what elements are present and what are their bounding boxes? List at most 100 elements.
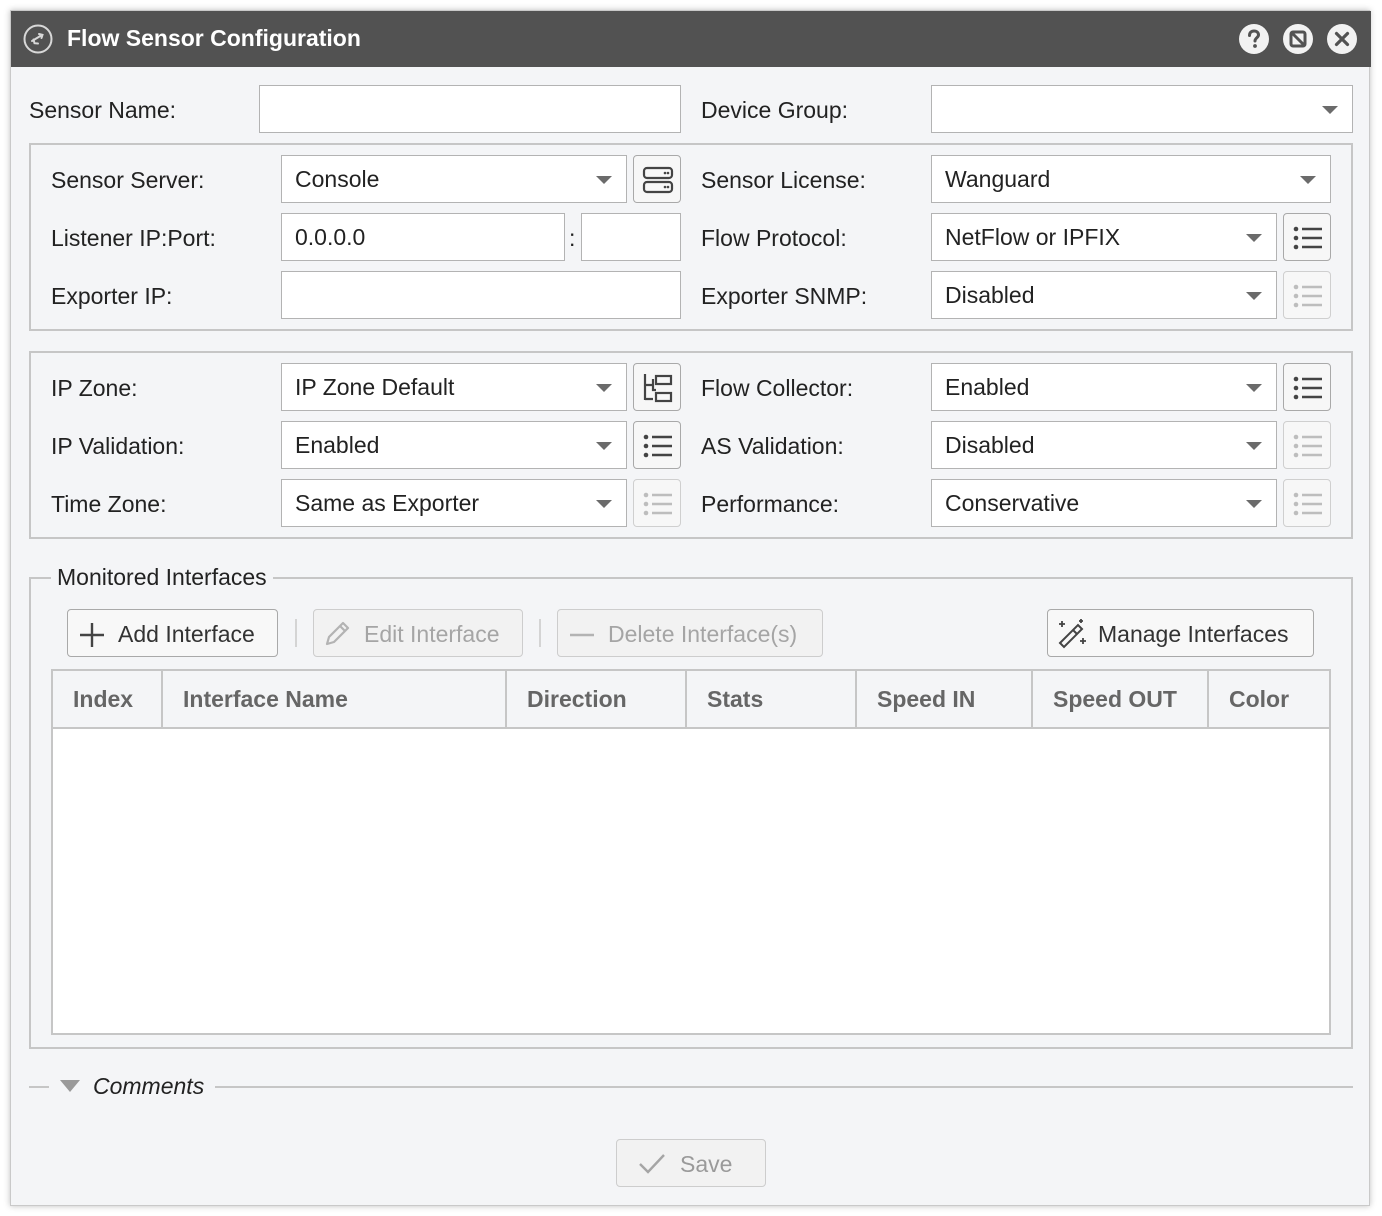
flow-collector-value: Enabled bbox=[945, 374, 1030, 400]
port-separator: : bbox=[569, 225, 576, 251]
ip-validation-value: Enabled bbox=[295, 432, 380, 458]
column-header-interface-name[interactable]: Interface Name bbox=[163, 671, 507, 727]
ip-validation-label: IP Validation: bbox=[51, 433, 185, 459]
ip-zone-tree-button[interactable] bbox=[633, 363, 681, 411]
exporter-snmp-label: Exporter SNMP: bbox=[701, 283, 868, 309]
column-header-speed-out[interactable]: Speed OUT bbox=[1033, 671, 1209, 727]
performance-list-button[interactable] bbox=[1283, 479, 1331, 527]
interfaces-legend: Monitored Interfaces bbox=[51, 564, 273, 591]
chevron-down-icon bbox=[1246, 292, 1262, 300]
ip-zone-value: IP Zone Default bbox=[295, 374, 455, 400]
sync-arrows-icon bbox=[23, 24, 53, 54]
column-header-color[interactable]: Color bbox=[1209, 671, 1329, 727]
column-header-stats[interactable]: Stats bbox=[687, 671, 857, 727]
table-header: Index Interface Name Direction Stats Spe… bbox=[53, 671, 1329, 729]
chevron-down-icon bbox=[1322, 106, 1338, 114]
time-zone-select[interactable]: Same as Exporter bbox=[281, 479, 627, 527]
listener-ip-field[interactable] bbox=[281, 213, 565, 261]
interfaces-table: Index Interface Name Direction Stats Spe… bbox=[51, 669, 1331, 1035]
manage-interfaces-label: Manage Interfaces bbox=[1098, 621, 1289, 647]
add-interface-label: Add Interface bbox=[118, 621, 255, 647]
comments-divider bbox=[215, 1086, 1353, 1088]
window-title: Flow Sensor Configuration bbox=[67, 25, 361, 51]
device-group-select[interactable] bbox=[931, 85, 1353, 133]
magic-wand-icon bbox=[1058, 619, 1086, 649]
close-icon[interactable] bbox=[1327, 24, 1357, 54]
performance-value: Conservative bbox=[945, 490, 1080, 516]
as-validation-value: Disabled bbox=[945, 432, 1035, 458]
device-group-label: Device Group: bbox=[701, 97, 849, 123]
sensor-license-label: Sensor License: bbox=[701, 167, 866, 193]
exporter-ip-input[interactable] bbox=[295, 272, 680, 319]
exporter-snmp-select[interactable]: Disabled bbox=[931, 271, 1277, 319]
chevron-down-icon bbox=[596, 384, 612, 392]
chevron-down-icon bbox=[1246, 500, 1262, 508]
list-icon bbox=[1293, 226, 1322, 250]
delete-interfaces-button[interactable]: Delete Interface(s) bbox=[557, 609, 823, 657]
checkmark-icon bbox=[639, 1154, 665, 1174]
help-icon[interactable] bbox=[1239, 24, 1269, 54]
triangle-down-icon[interactable] bbox=[59, 1079, 81, 1093]
minus-icon bbox=[570, 633, 594, 637]
flow-protocol-select[interactable]: NetFlow or IPFIX bbox=[931, 213, 1277, 261]
listener-port-field[interactable] bbox=[581, 213, 681, 261]
sensor-server-select[interactable]: Console bbox=[281, 155, 627, 203]
server-icon bbox=[642, 166, 674, 194]
tree-icon bbox=[643, 374, 673, 403]
column-header-direction[interactable]: Direction bbox=[507, 671, 687, 727]
add-interface-button[interactable]: Add Interface bbox=[67, 609, 278, 657]
exporter-snmp-value: Disabled bbox=[945, 282, 1035, 308]
pencil-icon bbox=[325, 621, 350, 646]
chevron-down-icon bbox=[596, 442, 612, 450]
edit-interface-label: Edit Interface bbox=[364, 621, 500, 647]
list-icon bbox=[1293, 492, 1322, 516]
chevron-down-icon bbox=[596, 176, 612, 184]
performance-label: Performance: bbox=[701, 491, 840, 517]
list-icon bbox=[643, 492, 672, 516]
save-label: Save bbox=[680, 1151, 733, 1177]
ip-zone-select[interactable]: IP Zone Default bbox=[281, 363, 627, 411]
list-icon bbox=[643, 434, 672, 458]
edit-interface-button[interactable]: Edit Interface bbox=[313, 609, 523, 657]
time-zone-label: Time Zone: bbox=[51, 491, 167, 517]
ip-validation-list-button[interactable] bbox=[633, 421, 681, 469]
performance-select[interactable]: Conservative bbox=[931, 479, 1277, 527]
column-header-index[interactable]: Index bbox=[53, 671, 163, 727]
minimize-icon[interactable] bbox=[1283, 24, 1313, 54]
save-button[interactable]: Save bbox=[616, 1139, 766, 1187]
time-zone-list-button[interactable] bbox=[633, 479, 681, 527]
plus-icon bbox=[80, 623, 104, 647]
as-validation-list-button[interactable] bbox=[1283, 421, 1331, 469]
toolbar-divider bbox=[295, 619, 297, 647]
list-icon bbox=[1293, 434, 1322, 458]
listener-ip-input[interactable] bbox=[295, 214, 564, 261]
as-validation-label: AS Validation: bbox=[701, 433, 844, 459]
listener-label: Listener IP:Port: bbox=[51, 225, 216, 251]
list-icon bbox=[1293, 376, 1322, 400]
chevron-down-icon bbox=[1246, 442, 1262, 450]
exporter-ip-label: Exporter IP: bbox=[51, 283, 173, 309]
sensor-name-input[interactable] bbox=[273, 86, 680, 133]
column-header-speed-in[interactable]: Speed IN bbox=[857, 671, 1033, 727]
flow-collector-select[interactable]: Enabled bbox=[931, 363, 1277, 411]
comments-divider bbox=[29, 1086, 49, 1088]
comments-toggle[interactable]: Comments bbox=[93, 1073, 204, 1100]
chevron-down-icon bbox=[1246, 234, 1262, 242]
ip-validation-select[interactable]: Enabled bbox=[281, 421, 627, 469]
flow-protocol-label: Flow Protocol: bbox=[701, 225, 847, 251]
server-settings-button[interactable] bbox=[633, 155, 681, 203]
toolbar-divider bbox=[539, 619, 541, 647]
list-icon bbox=[1293, 284, 1322, 308]
exporter-snmp-list-button[interactable] bbox=[1283, 271, 1331, 319]
as-validation-select[interactable]: Disabled bbox=[931, 421, 1277, 469]
manage-interfaces-button[interactable]: Manage Interfaces bbox=[1047, 609, 1314, 657]
delete-interfaces-label: Delete Interface(s) bbox=[608, 621, 798, 647]
sensor-license-select[interactable]: Wanguard bbox=[931, 155, 1331, 203]
listener-port-input[interactable] bbox=[595, 214, 680, 261]
flow-protocol-list-button[interactable] bbox=[1283, 213, 1331, 261]
sensor-name-field[interactable] bbox=[259, 85, 681, 133]
chevron-down-icon bbox=[596, 500, 612, 508]
sensor-server-value: Console bbox=[295, 166, 380, 192]
flow-collector-list-button[interactable] bbox=[1283, 363, 1331, 411]
exporter-ip-field[interactable] bbox=[281, 271, 681, 319]
